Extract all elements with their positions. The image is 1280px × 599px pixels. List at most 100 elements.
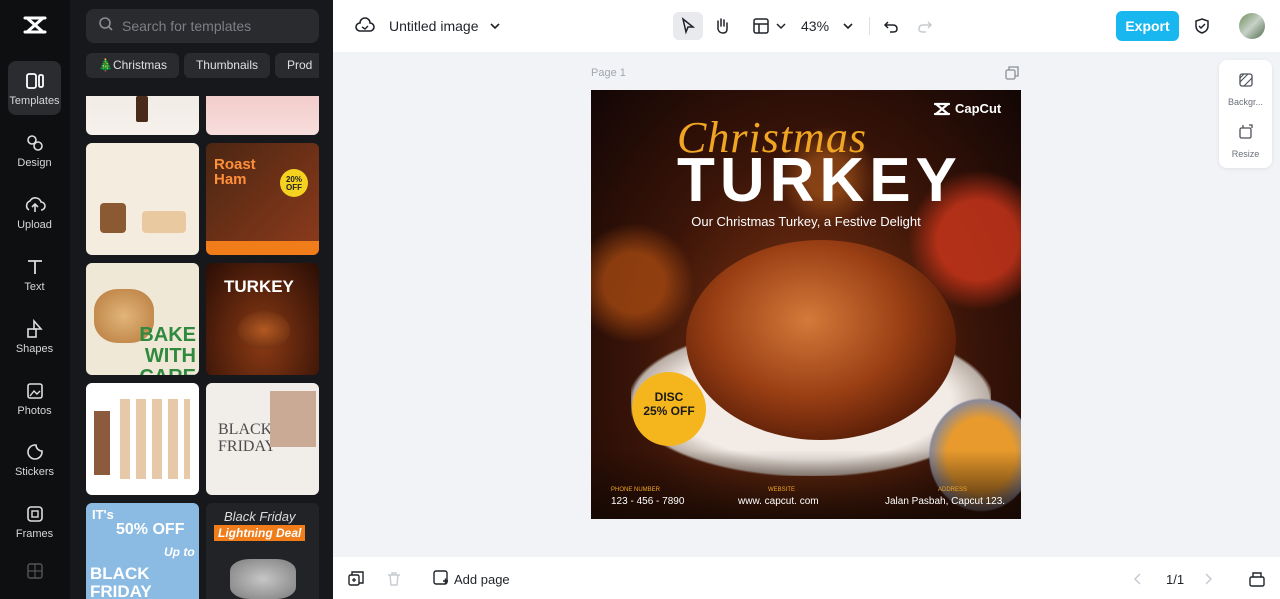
background-icon bbox=[1238, 72, 1254, 93]
template-thumb[interactable] bbox=[86, 143, 199, 255]
add-page-icon bbox=[433, 570, 449, 589]
template-thumb[interactable]: Roast Ham 20% OFF bbox=[206, 143, 319, 255]
template-search[interactable] bbox=[86, 9, 319, 43]
turkey-graphic bbox=[238, 311, 290, 349]
capcut-logo bbox=[933, 102, 951, 115]
left-rail: Templates Design Upload Text Shapes Phot… bbox=[0, 0, 70, 599]
search-icon bbox=[98, 16, 114, 37]
duplicate-page-icon[interactable] bbox=[1005, 66, 1019, 85]
design-artboard[interactable]: CapCut Christmas TURKEY Our Christmas Tu… bbox=[591, 90, 1021, 519]
export-button[interactable]: Export bbox=[1116, 11, 1179, 41]
rail-item-label: Stickers bbox=[14, 465, 55, 478]
category-chips: 🎄Christmas Thumbnails Prod bbox=[86, 53, 319, 79]
chevron-down-icon[interactable] bbox=[836, 14, 860, 38]
rail-item-photos[interactable]: Photos bbox=[8, 371, 61, 425]
badge-line: DISC bbox=[654, 390, 684, 404]
pages-panel-icon[interactable] bbox=[1249, 571, 1265, 592]
cake-graphic bbox=[142, 211, 186, 233]
template-thumb[interactable] bbox=[86, 96, 199, 135]
add-page-label: Add page bbox=[454, 572, 510, 587]
document-title[interactable]: Untitled image bbox=[389, 18, 479, 34]
rail-item-label: Frames bbox=[15, 527, 54, 540]
chevron-down-icon[interactable] bbox=[769, 14, 793, 38]
rail-item-templates[interactable]: Templates bbox=[8, 61, 61, 115]
add-page-button[interactable]: Add page bbox=[433, 570, 510, 589]
hand-tool-icon[interactable] bbox=[710, 14, 734, 38]
rail-item-upload[interactable]: Upload bbox=[8, 185, 61, 239]
bottle-graphic bbox=[136, 96, 148, 122]
duplicate-icon[interactable] bbox=[348, 571, 364, 592]
undo-icon[interactable] bbox=[879, 14, 903, 38]
subtitle: Our Christmas Turkey, a Festive Delight bbox=[691, 214, 921, 229]
thumb-line: Black Friday bbox=[224, 509, 296, 524]
template-thumb[interactable] bbox=[86, 383, 199, 495]
thumb-line: 50% OFF bbox=[116, 521, 185, 538]
chevron-right-icon[interactable] bbox=[1203, 572, 1213, 590]
rail-item-more[interactable] bbox=[8, 556, 61, 586]
template-thumb[interactable] bbox=[206, 96, 319, 135]
side-tool-label: Backgr... bbox=[1227, 97, 1263, 107]
resize-tool[interactable]: Resize bbox=[1219, 124, 1272, 159]
rail-item-stickers[interactable]: Stickers bbox=[8, 432, 61, 486]
template-thumb[interactable]: TURKEY bbox=[206, 263, 319, 375]
discount-badge: DISC 25% OFF bbox=[635, 375, 703, 443]
rail-item-label: Design bbox=[17, 156, 52, 169]
search-input[interactable] bbox=[122, 18, 312, 34]
thumb-line: BLACK FRIDAY bbox=[90, 564, 152, 599]
chip-thumbnails[interactable]: Thumbnails bbox=[183, 53, 270, 78]
rail-item-frames[interactable]: Frames bbox=[8, 494, 61, 548]
templates-panel: 🎄ChristmasThumbnailsProd Roast Ham 20% O… bbox=[70, 0, 333, 599]
rail-item-text[interactable]: Text bbox=[8, 247, 61, 301]
rail-item-label: Photos bbox=[17, 404, 52, 417]
rail-item-design[interactable]: Design bbox=[8, 123, 61, 177]
page-label: Page 1 bbox=[591, 67, 626, 79]
rail-item-label: Templates bbox=[9, 94, 60, 107]
sweater-graphic bbox=[230, 559, 296, 599]
chip-products[interactable]: Prod bbox=[274, 53, 319, 78]
top-bar: Untitled image 43% Export bbox=[333, 0, 1280, 52]
chevron-down-icon[interactable] bbox=[483, 14, 507, 38]
trash-icon[interactable] bbox=[386, 571, 402, 592]
coffee-cup-graphic bbox=[100, 203, 126, 233]
template-grid: Roast Ham 20% OFF BAKE WITH CARE TURKEY … bbox=[86, 96, 320, 599]
chip-christmas[interactable]: 🎄Christmas bbox=[86, 53, 179, 78]
shield-check-icon[interactable] bbox=[1190, 14, 1214, 38]
footer-label: ADDRESS bbox=[938, 487, 968, 493]
select-tool-icon[interactable] bbox=[673, 12, 703, 40]
stickers-icon bbox=[24, 441, 46, 463]
rail-item-label: Upload bbox=[17, 218, 52, 231]
page-counter: 1/1 bbox=[1166, 572, 1185, 587]
rail-item-shapes[interactable]: Shapes bbox=[8, 309, 61, 363]
thumb-badge: 20% OFF bbox=[280, 169, 308, 197]
redo-icon[interactable] bbox=[913, 14, 937, 38]
canvas-area: Page 1 CapCut Christmas TURKEY Our Chris… bbox=[333, 52, 1280, 557]
brand-mark: CapCut bbox=[933, 101, 1001, 116]
table-shadow bbox=[591, 450, 1021, 519]
template-thumb[interactable]: BLACK FRIDAY bbox=[206, 383, 319, 495]
thumb-title: BAKE WITH CARE bbox=[139, 324, 196, 376]
template-thumb[interactable]: Black Friday Lightning Deal bbox=[206, 503, 319, 599]
thumb-title: Roast Ham bbox=[214, 156, 256, 188]
upload-icon bbox=[24, 194, 46, 216]
zoom-level[interactable]: 43% bbox=[801, 18, 829, 34]
brand-name: CapCut bbox=[955, 101, 1002, 116]
rail-item-label: Shapes bbox=[15, 342, 54, 355]
app-root: Templates Design Upload Text Shapes Phot… bbox=[0, 0, 1280, 599]
template-thumb[interactable]: IT's 50% OFF Up to BLACK FRIDAY bbox=[86, 503, 199, 599]
template-thumb[interactable]: BAKE WITH CARE bbox=[86, 263, 199, 375]
footer-label: PHONE NUMBER bbox=[611, 487, 661, 493]
footer-phone: 123 - 456 - 7890 bbox=[611, 496, 685, 507]
avatar[interactable] bbox=[1239, 13, 1265, 39]
design-icon bbox=[24, 132, 46, 154]
background-tool[interactable]: Backgr... bbox=[1219, 72, 1272, 107]
cloud-save-icon[interactable] bbox=[353, 14, 377, 38]
thumb-title: TURKEY bbox=[224, 277, 294, 296]
model-graphic bbox=[94, 411, 110, 475]
capcut-logo[interactable] bbox=[22, 14, 48, 36]
resize-icon bbox=[1238, 124, 1254, 145]
thumb-line: Lightning Deal bbox=[214, 525, 306, 541]
bottom-bar: Add page 1/1 bbox=[333, 557, 1280, 599]
text-icon bbox=[24, 256, 46, 278]
side-tools: Backgr... Resize bbox=[1219, 60, 1272, 168]
chevron-left-icon[interactable] bbox=[1133, 572, 1143, 590]
